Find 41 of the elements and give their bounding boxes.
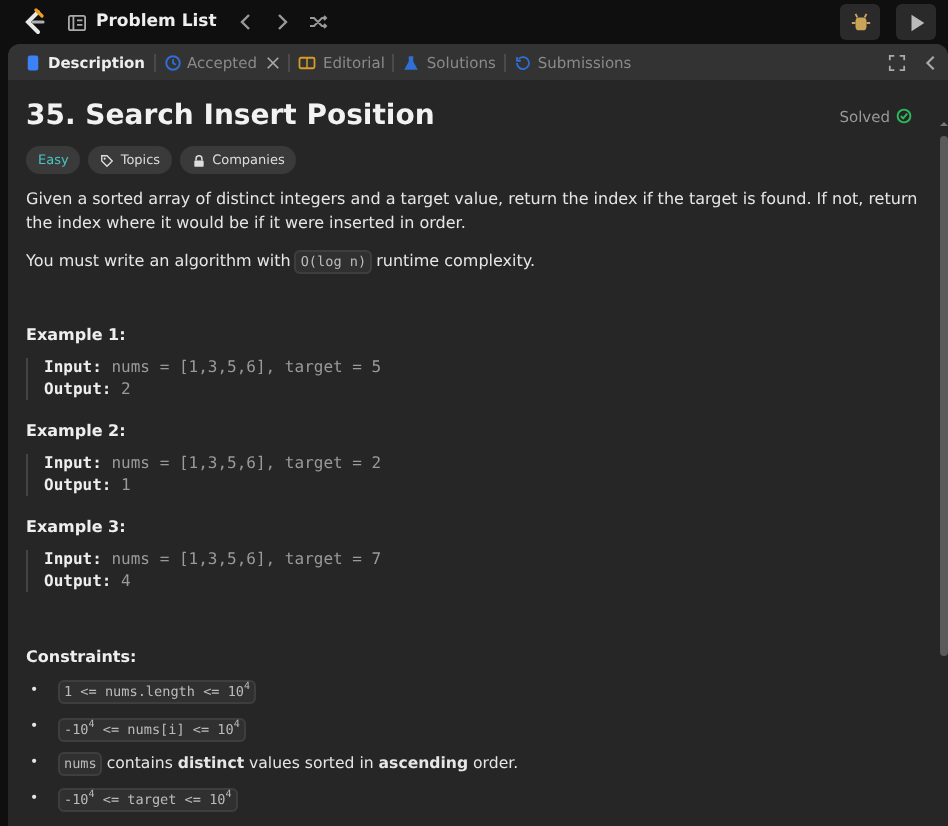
document-icon [24, 53, 42, 71]
input-value: nums = [1,3,5,6], target = 7 [111, 550, 382, 568]
list-icon [68, 13, 86, 31]
input-value: nums = [1,3,5,6], target = 2 [111, 454, 382, 472]
input-label: Input: [44, 454, 102, 472]
example-heading: Example 1: [26, 326, 128, 344]
tag-icon [100, 153, 115, 167]
output-value: 1 [121, 475, 131, 493]
debug-button[interactable] [840, 4, 880, 40]
input-label: Input: [44, 358, 102, 376]
constraints-heading: Constraints: [26, 648, 139, 666]
bug-icon [849, 11, 871, 33]
output-label: Output: [44, 475, 112, 493]
book-icon [298, 53, 317, 71]
text: You must write an algorithm with [26, 252, 291, 270]
example-heading: Example 3: [26, 518, 128, 536]
lock-icon [192, 153, 207, 167]
scrollbar-thumb[interactable] [940, 136, 948, 656]
problem-title: 35. Search Insert Position [26, 100, 435, 132]
run-button[interactable] [896, 4, 936, 40]
example-heading: Example 2: [26, 422, 128, 440]
scroll-up-icon[interactable] [940, 120, 948, 128]
output-value: 4 [121, 571, 131, 589]
next-icon[interactable] [272, 12, 293, 32]
input-label: Input: [44, 550, 102, 568]
collapse-icon[interactable] [922, 53, 940, 71]
output-label: Output: [44, 379, 112, 397]
flask-icon [402, 53, 421, 71]
shuffle-icon[interactable] [308, 12, 329, 32]
close-icon[interactable] [266, 55, 281, 69]
problem-list-button[interactable]: Problem List [64, 12, 221, 32]
output-value: 2 [121, 379, 131, 397]
description-text: Given a sorted array of distinct integers and a target value, return the index if the target is found. If not, return the index where it would be if it were inserted in order. [26, 188, 920, 236]
logo-icon[interactable] [20, 8, 48, 36]
history-icon [513, 53, 532, 71]
check-circle-icon [896, 108, 912, 124]
text: runtime complexity. [376, 252, 536, 270]
maximize-icon[interactable] [888, 53, 906, 71]
clock-icon [163, 53, 182, 71]
output-label: Output: [44, 571, 112, 589]
input-value: nums = [1,3,5,6], target = 5 [111, 358, 382, 376]
